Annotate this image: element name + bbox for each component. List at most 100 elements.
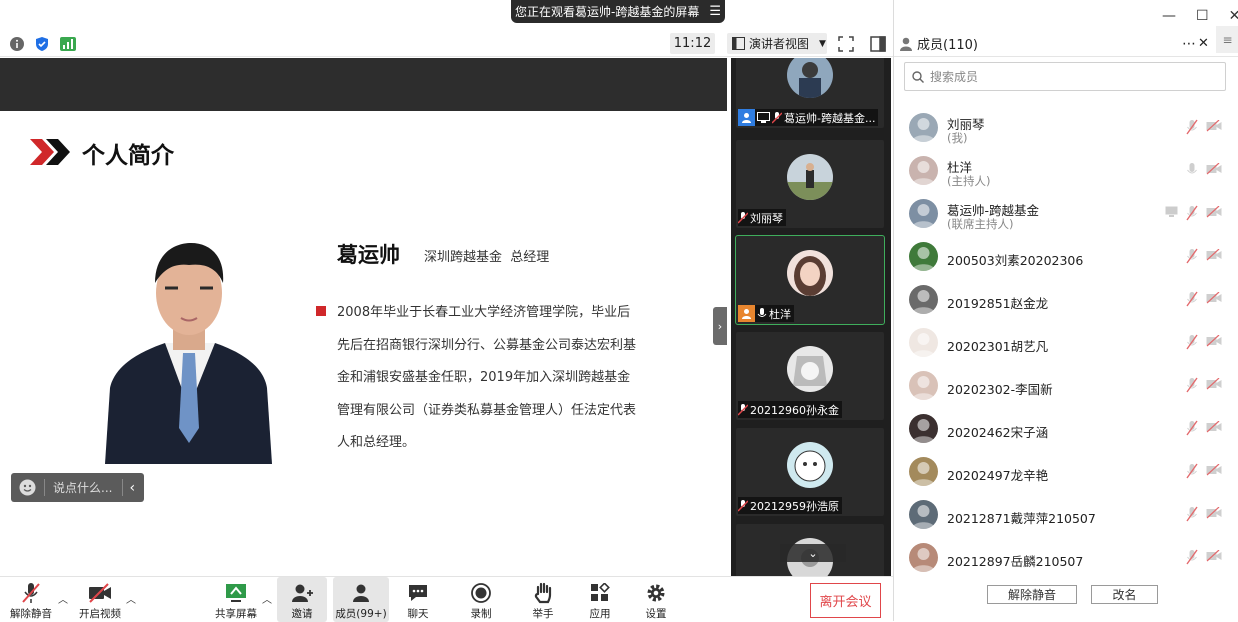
video-tile[interactable]: 20212959孙浩原 <box>736 428 884 516</box>
member-row[interactable]: 20202497龙辛艳 <box>894 451 1238 494</box>
members-title: 成员(110) <box>917 38 978 53</box>
unmute-button[interactable]: 解除静音 <box>3 577 59 622</box>
search-icon <box>912 70 924 83</box>
minimize-icon[interactable]: — <box>1162 8 1176 24</box>
avatar <box>909 543 938 572</box>
video-off-icon[interactable] <box>1206 206 1222 218</box>
mic-muted-icon[interactable] <box>1186 506 1198 522</box>
mic-muted-icon[interactable] <box>1186 291 1198 307</box>
security-shield-icon[interactable] <box>34 36 50 52</box>
member-row[interactable]: 杜洋 (主持人) <box>894 150 1238 193</box>
member-row[interactable]: 20212897岳麟210507 <box>894 537 1238 580</box>
mic-icon[interactable] <box>1186 162 1198 178</box>
mic-muted-icon[interactable] <box>1186 463 1198 479</box>
record-button[interactable]: 录制 <box>453 577 509 622</box>
leave-meeting-button[interactable]: 离开会议 <box>810 583 881 618</box>
share-screen-button[interactable]: 共享屏幕 <box>208 577 264 622</box>
video-off-icon[interactable] <box>1206 550 1222 562</box>
mic-muted-icon[interactable] <box>1186 334 1198 350</box>
avatar <box>787 58 833 98</box>
member-search-input[interactable]: 搜索成员 <box>904 62 1226 91</box>
avatar <box>909 457 938 486</box>
chevron-down-icon: ▼ <box>819 38 826 49</box>
video-off-icon[interactable] <box>1206 163 1222 175</box>
video-tile-name: 刘丽琴 <box>750 211 783 225</box>
chevron-up-icon[interactable]: ︿ <box>262 591 272 606</box>
mic-muted-icon[interactable] <box>1186 377 1198 393</box>
member-row[interactable]: 20212871戴萍萍210507 <box>894 494 1238 537</box>
maximize-icon[interactable]: ☐ <box>1196 8 1209 24</box>
mic-muted-icon[interactable] <box>1186 205 1198 221</box>
raise-hand-button[interactable]: 举手 <box>515 577 571 622</box>
scroll-down-button[interactable]: ⌄ <box>780 544 846 562</box>
video-off-icon[interactable] <box>1206 421 1222 433</box>
avatar <box>909 156 938 185</box>
member-row[interactable]: 20202301胡艺凡 <box>894 322 1238 365</box>
video-off-icon[interactable] <box>1206 507 1222 519</box>
members-button[interactable]: 成员(99+) <box>333 577 389 622</box>
view-mode-dropdown[interactable]: 演讲者视图 ▼ <box>727 33 827 54</box>
portrait-photo <box>105 238 272 464</box>
close-icon[interactable]: ✕ <box>1229 8 1238 24</box>
invite-button[interactable]: 邀请 <box>277 577 327 622</box>
settings-button[interactable]: 设置 <box>628 577 684 622</box>
host-badge-icon <box>738 109 755 126</box>
video-off-icon[interactable] <box>1206 292 1222 304</box>
apps-button[interactable]: 应用 <box>572 577 628 622</box>
video-tile[interactable]: ⌄ <box>736 524 884 576</box>
mic-muted-icon[interactable] <box>1186 119 1198 135</box>
toggle-panel-icon[interactable] <box>870 36 886 52</box>
video-tile-name: 20212959孙浩原 <box>750 499 839 513</box>
chevron-up-icon[interactable]: ︿ <box>58 591 68 606</box>
member-row[interactable]: 刘丽琴 (我) <box>894 107 1238 150</box>
unmute-all-button[interactable]: 解除静音 <box>987 585 1077 604</box>
avatar <box>909 371 938 400</box>
mic-muted-icon[interactable] <box>1186 420 1198 436</box>
video-tile[interactable]: 葛运帅-跨越基金... <box>736 58 884 128</box>
info-icon[interactable] <box>9 36 25 52</box>
video-off-icon[interactable] <box>1206 378 1222 390</box>
video-strip[interactable]: 葛运帅-跨越基金... 刘丽琴 杜洋 20212960孙永金 20212959孙… <box>731 58 891 576</box>
video-tile[interactable]: 20212960孙永金 <box>736 332 884 420</box>
rename-button[interactable]: 改名 <box>1091 585 1158 604</box>
chat-button[interactable]: 聊天 <box>390 577 446 622</box>
banner-menu-icon[interactable]: ☰ <box>709 4 721 19</box>
title-bar: 您正在观看葛运帅-跨越基金的屏幕 ☰ 11:12 演讲者视图 ▼ <box>0 0 893 58</box>
member-row[interactable]: 20202462宋子涵 <box>894 408 1238 451</box>
invite-label: 邀请 <box>291 608 313 620</box>
member-row[interactable]: 20192851赵金龙 <box>894 279 1238 322</box>
start-video-label: 开启视频 <box>79 608 121 620</box>
more-icon[interactable]: ⋯ <box>1182 36 1196 52</box>
chevron-left-icon[interactable]: ‹ <box>129 480 135 496</box>
menu-icon[interactable]: ≡ <box>1216 26 1238 53</box>
mic-muted-icon[interactable] <box>1186 549 1198 565</box>
member-row[interactable]: 200503刘素20202306 <box>894 236 1238 279</box>
chat-label: 聊天 <box>407 608 429 620</box>
screen-share-banner[interactable]: 您正在观看葛运帅-跨越基金的屏幕 ☰ <box>511 0 725 23</box>
member-row[interactable]: 葛运帅-跨越基金 (联席主持人) <box>894 193 1238 236</box>
meeting-timer: 11:12 <box>670 33 715 54</box>
start-video-button[interactable]: 开启视频 <box>72 577 128 622</box>
mic-muted-icon[interactable] <box>1186 248 1198 264</box>
close-panel-icon[interactable]: ✕ <box>1198 36 1209 51</box>
video-off-icon[interactable] <box>1206 335 1222 347</box>
video-tile[interactable]: 杜洋 <box>735 235 885 325</box>
member-row[interactable]: 20202302-李国新 <box>894 365 1238 408</box>
emoji-icon[interactable] <box>19 479 36 496</box>
signal-icon[interactable] <box>60 36 76 52</box>
quick-chat-input[interactable]: 说点什么... ‹ <box>11 473 144 502</box>
collapse-strip-button[interactable]: › <box>713 307 727 345</box>
share-screen-icon <box>225 582 247 604</box>
member-name: 20202302-李国新 <box>947 382 1053 397</box>
video-tile[interactable]: 刘丽琴 <box>736 140 884 228</box>
video-off-icon[interactable] <box>1206 464 1222 476</box>
video-off-icon[interactable] <box>1206 120 1222 132</box>
apps-icon <box>590 582 610 604</box>
fullscreen-icon[interactable] <box>838 36 854 52</box>
video-off-icon[interactable] <box>1206 249 1222 261</box>
speaker-view-icon <box>732 37 745 50</box>
avatar <box>909 113 938 142</box>
meeting-toolbar: 11:12 演讲者视图 ▼ <box>0 31 893 57</box>
divider <box>44 479 45 496</box>
chevron-up-icon[interactable]: ︿ <box>126 591 136 606</box>
